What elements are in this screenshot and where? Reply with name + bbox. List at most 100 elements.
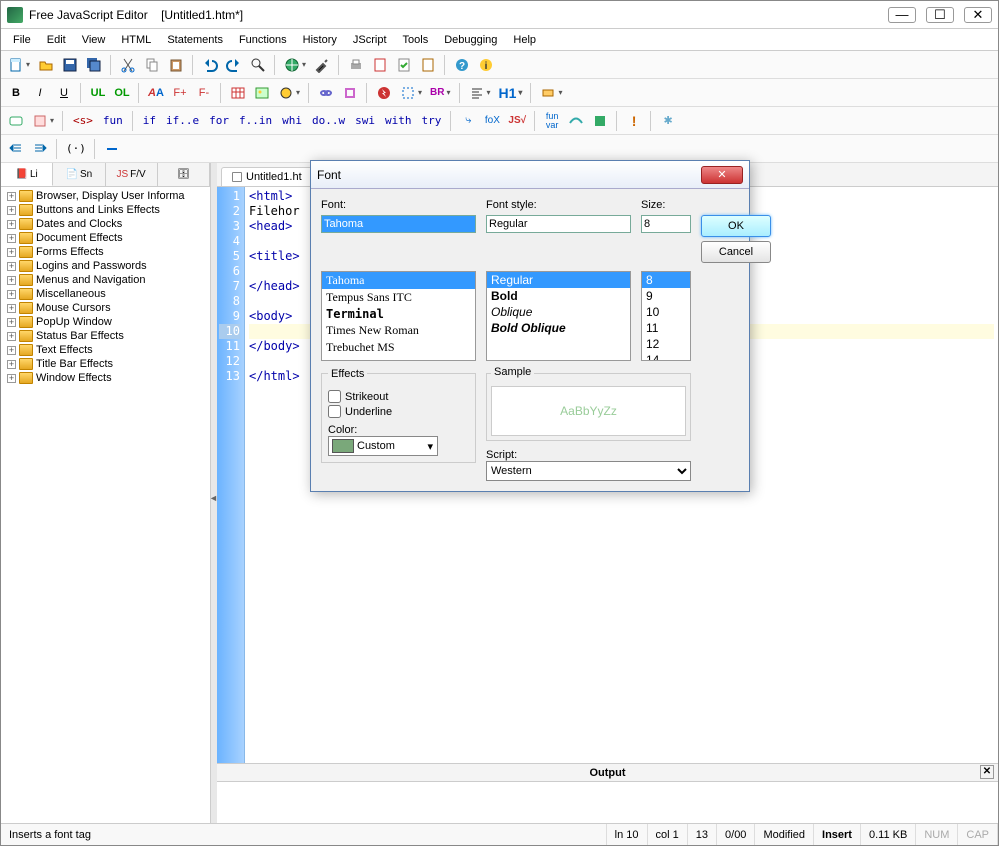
side-tab-li[interactable]: 📕Li: [1, 163, 53, 186]
funvar-icon[interactable]: funvar: [541, 110, 563, 132]
brackets-button[interactable]: (·): [63, 138, 89, 160]
menu-html[interactable]: HTML: [113, 31, 159, 49]
color-button[interactable]: [275, 82, 303, 104]
help-button[interactable]: ?: [451, 54, 473, 76]
ul-button[interactable]: UL: [87, 82, 109, 104]
menu-history[interactable]: History: [295, 31, 345, 49]
link-button[interactable]: [315, 82, 337, 104]
menu-help[interactable]: Help: [505, 31, 544, 49]
flash-button[interactable]: [373, 82, 395, 104]
side-tab-fv[interactable]: JSF/V: [106, 163, 158, 186]
print-button[interactable]: [345, 54, 367, 76]
star-icon[interactable]: ✱: [657, 110, 679, 132]
close-button[interactable]: ✕: [964, 7, 992, 23]
list-option[interactable]: Bold: [487, 288, 630, 304]
undo-button[interactable]: [199, 54, 221, 76]
tree-item[interactable]: +Menus and Navigation: [3, 273, 208, 287]
font-input[interactable]: [321, 215, 476, 233]
expander-icon[interactable]: +: [7, 276, 16, 285]
expander-icon[interactable]: +: [7, 192, 16, 201]
snippet-dow[interactable]: do..w: [308, 114, 349, 127]
snippet-fun[interactable]: fun: [99, 114, 127, 127]
snippet-s[interactable]: <s>: [69, 114, 97, 127]
snippet-fin[interactable]: f..in: [235, 114, 276, 127]
table-button[interactable]: [227, 82, 249, 104]
menu-tools[interactable]: Tools: [395, 31, 437, 49]
paste-button[interactable]: [165, 54, 187, 76]
tree-item[interactable]: +Text Effects: [3, 343, 208, 357]
cut-button[interactable]: [117, 54, 139, 76]
check-button[interactable]: [393, 54, 415, 76]
list-option[interactable]: Bold Oblique: [487, 320, 630, 336]
tree-item[interactable]: +PopUp Window: [3, 315, 208, 329]
br-button[interactable]: BR: [427, 82, 453, 104]
heading-button[interactable]: H1: [496, 82, 526, 104]
snippet-for[interactable]: for: [205, 114, 233, 127]
style-list[interactable]: RegularBoldObliqueBold Oblique: [486, 271, 631, 361]
list-option[interactable]: 14: [642, 352, 690, 361]
ol-button[interactable]: OL: [111, 82, 133, 104]
tools-button[interactable]: [311, 54, 333, 76]
italic-button[interactable]: I: [29, 82, 51, 104]
menu-file[interactable]: File: [5, 31, 39, 49]
snippet-with[interactable]: with: [381, 114, 416, 127]
expander-icon[interactable]: +: [7, 374, 16, 383]
maximize-button[interactable]: ☐: [926, 7, 954, 23]
dialog-close-button[interactable]: ✕: [701, 166, 743, 184]
bold-button[interactable]: B: [5, 82, 27, 104]
menu-functions[interactable]: Functions: [231, 31, 295, 49]
snippet-if[interactable]: if: [139, 114, 160, 127]
file-tab[interactable]: Untitled1.ht: [221, 167, 313, 186]
copy-button[interactable]: [141, 54, 163, 76]
expander-icon[interactable]: +: [7, 206, 16, 215]
jsv-icon[interactable]: JS√: [505, 110, 529, 132]
box-button[interactable]: [537, 82, 565, 104]
underline-checkbox[interactable]: [328, 405, 341, 418]
tree[interactable]: +Browser, Display User Informa+Buttons a…: [1, 187, 210, 823]
script-select[interactable]: Western: [486, 461, 691, 481]
size-list[interactable]: 891011121416: [641, 271, 691, 361]
save-button[interactable]: [59, 54, 81, 76]
minimize-button[interactable]: —: [888, 7, 916, 23]
size-input[interactable]: [641, 215, 691, 233]
font-minus-button[interactable]: F-: [193, 82, 215, 104]
list-option[interactable]: Regular: [487, 272, 630, 288]
tree-item[interactable]: +Status Bar Effects: [3, 329, 208, 343]
info-button[interactable]: i: [475, 54, 497, 76]
frame-button[interactable]: [397, 82, 425, 104]
list-option[interactable]: Times New Roman: [322, 322, 475, 339]
underline-button[interactable]: U: [53, 82, 75, 104]
indent-button[interactable]: [29, 138, 51, 160]
expander-icon[interactable]: +: [7, 346, 16, 355]
menu-jscript[interactable]: JScript: [345, 31, 395, 49]
open-button[interactable]: [35, 54, 57, 76]
expander-icon[interactable]: +: [7, 304, 16, 313]
expander-icon[interactable]: +: [7, 318, 16, 327]
tree-item[interactable]: +Dates and Clocks: [3, 217, 208, 231]
cancel-button[interactable]: Cancel: [701, 241, 771, 263]
list-option[interactable]: 12: [642, 336, 690, 352]
fox-icon[interactable]: foX: [481, 110, 503, 132]
snippet-whi[interactable]: whi: [278, 114, 306, 127]
snippet-insert-button[interactable]: [29, 110, 57, 132]
image-button[interactable]: [251, 82, 273, 104]
redo-button[interactable]: [223, 54, 245, 76]
anchor-button[interactable]: [339, 82, 361, 104]
var-icon[interactable]: [565, 110, 587, 132]
tree-item[interactable]: +Browser, Display User Informa: [3, 189, 208, 203]
list-option[interactable]: 8: [642, 272, 690, 288]
ok-button[interactable]: OK: [701, 215, 771, 237]
tree-item[interactable]: +Window Effects: [3, 371, 208, 385]
doc-button[interactable]: [417, 54, 439, 76]
new-file-button[interactable]: [5, 54, 33, 76]
output-close-button[interactable]: ✕: [980, 765, 994, 779]
list-option[interactable]: Terminal: [322, 306, 475, 322]
strikeout-checkbox[interactable]: [328, 390, 341, 403]
comment-button[interactable]: [5, 110, 27, 132]
tree-item[interactable]: +Miscellaneous: [3, 287, 208, 301]
find-button[interactable]: [247, 54, 269, 76]
tree-item[interactable]: +Mouse Cursors: [3, 301, 208, 315]
color-select[interactable]: Custom ▾: [328, 436, 438, 456]
step-over-icon[interactable]: ⤷: [457, 110, 479, 132]
list-option[interactable]: Tempus Sans ITC: [322, 289, 475, 306]
